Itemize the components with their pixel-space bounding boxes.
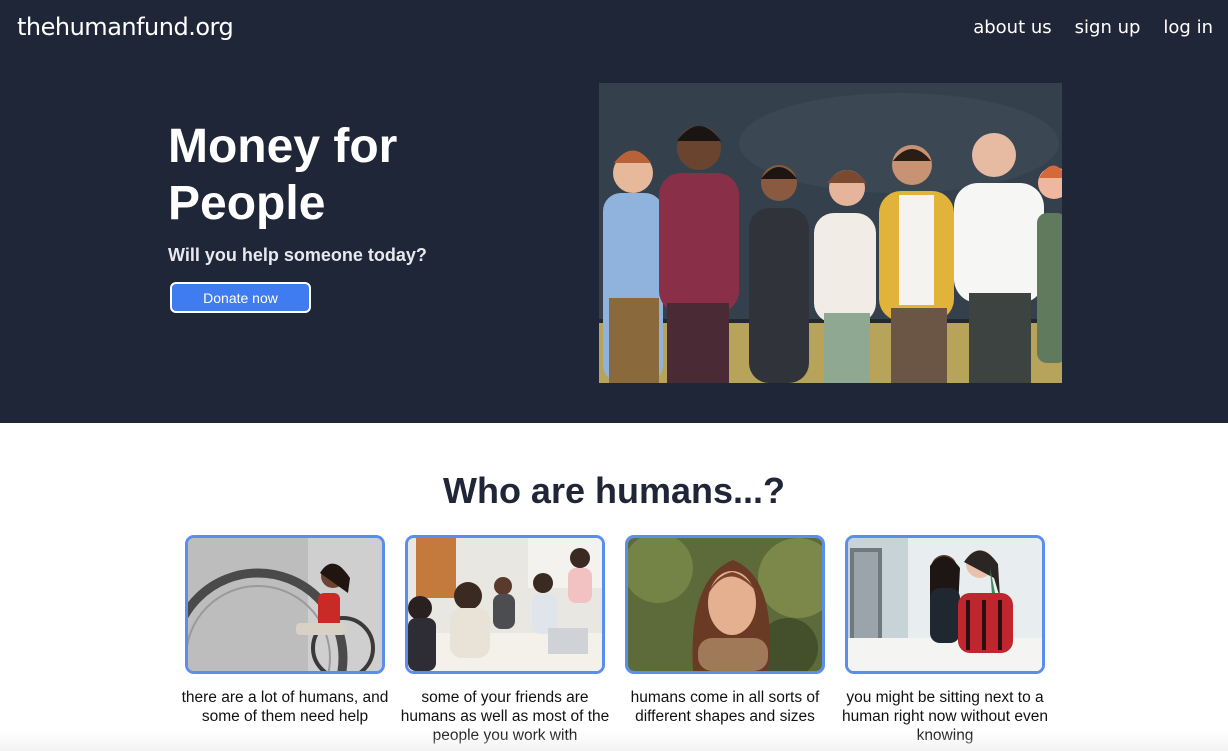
human-card[interactable]: you might be sitting next to a human rig…: [842, 535, 1048, 745]
card-image-coworkers-computer: [845, 535, 1045, 674]
nav-links: about us sign up log in: [973, 17, 1213, 38]
card-caption: there are a lot of humans, and some of t…: [181, 689, 389, 725]
hero-subtitle: Will you help someone today?: [168, 245, 427, 265]
nav-link-sign-up[interactable]: sign up: [1075, 17, 1141, 38]
nav-link-log-in[interactable]: log in: [1163, 17, 1213, 38]
hero-section: Money for People Will you help someone t…: [0, 56, 1228, 423]
card-image-office-meeting: [405, 535, 605, 674]
hero-group-photo: [599, 83, 1062, 383]
section-title: Who are humans...?: [442, 470, 786, 511]
human-card[interactable]: there are a lot of humans, and some of t…: [182, 535, 388, 726]
nav-link-about-us[interactable]: about us: [973, 17, 1051, 38]
top-navbar: thehumanfund.org about us sign up log in: [0, 0, 1228, 56]
donate-button[interactable]: Donate now: [170, 282, 311, 313]
card-image-wheelchair-user: [185, 535, 385, 674]
hero-title: Money for People: [168, 120, 398, 230]
card-image-woman-portrait: [625, 535, 825, 674]
card-caption: some of your friends are humans as well …: [400, 689, 610, 744]
card-caption: humans come in all sorts of different sh…: [630, 689, 820, 725]
site-logo[interactable]: thehumanfund.org: [17, 13, 234, 41]
card-caption: you might be sitting next to a human rig…: [842, 689, 1048, 744]
human-card[interactable]: some of your friends are humans as well …: [401, 535, 609, 745]
human-card[interactable]: humans come in all sorts of different sh…: [625, 535, 825, 726]
